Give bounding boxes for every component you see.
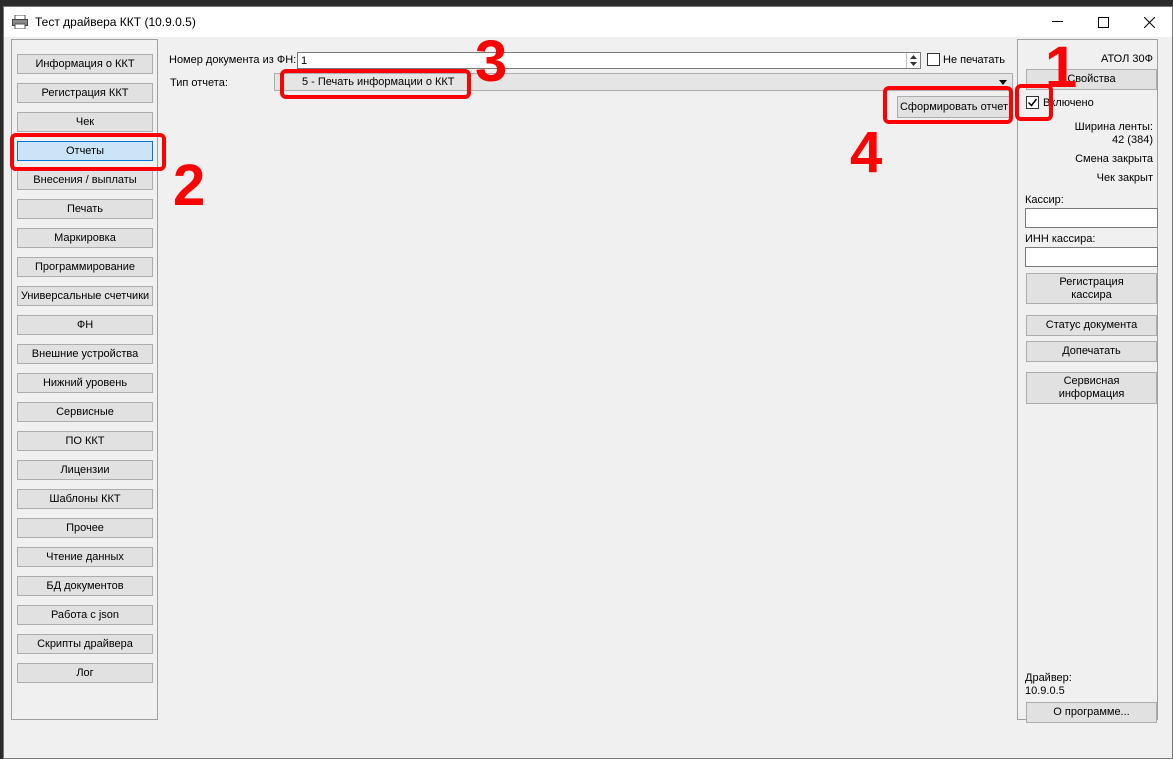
reprint-button[interactable]: Допечатать bbox=[1026, 341, 1157, 362]
close-icon bbox=[1143, 16, 1155, 28]
cashier-inn-label: ИНН кассира: bbox=[1025, 233, 1096, 245]
printer-icon bbox=[12, 15, 28, 29]
cashier-input[interactable] bbox=[1025, 208, 1158, 228]
window-title: Тест драйвера ККТ (10.9.0.5) bbox=[35, 15, 196, 29]
device-panel: АТОЛ 30Ф Свойства Включено Ширина ленты:… bbox=[1017, 39, 1158, 723]
nav-item-read-data[interactable]: Чтение данных bbox=[17, 547, 153, 567]
register-cashier-line1: Регистрация bbox=[1059, 275, 1124, 288]
nav-item-json[interactable]: Работа с json bbox=[17, 605, 153, 625]
doc-number-label: Номер документа из ФН: bbox=[169, 54, 297, 66]
nav-item-universal-counters[interactable]: Универсальные счетчики bbox=[17, 286, 153, 306]
doc-number-input[interactable]: 1 bbox=[297, 52, 921, 69]
driver-version: 10.9.0.5 bbox=[1025, 685, 1065, 697]
nav-item-kkt-software[interactable]: ПО ККТ bbox=[17, 431, 153, 451]
receipt-status: Чек закрыт bbox=[1096, 172, 1153, 184]
nav-item-kkt-registration[interactable]: Регистрация ККТ bbox=[17, 83, 153, 103]
report-type-label: Тип отчета: bbox=[170, 77, 228, 89]
close-button[interactable] bbox=[1126, 7, 1172, 37]
nav-item-log[interactable]: Лог bbox=[17, 663, 153, 683]
annotation-number-2: 2 bbox=[173, 153, 206, 218]
device-name: АТОЛ 30Ф bbox=[1100, 53, 1153, 65]
nav-item-kkt-templates[interactable]: Шаблоны ККТ bbox=[17, 489, 153, 509]
shift-status: Смена закрыта bbox=[1075, 153, 1153, 165]
register-cashier-line2: кассира bbox=[1071, 288, 1112, 301]
nav-item-cash-in-out[interactable]: Внесения / выплаты bbox=[17, 170, 153, 190]
service-info-line2: информация bbox=[1058, 388, 1125, 400]
tape-width-value: 42 (384) bbox=[1112, 134, 1153, 146]
nav-item-programming[interactable]: Программирование bbox=[17, 257, 153, 277]
annotation-box-2 bbox=[10, 133, 166, 171]
minimize-icon bbox=[1051, 21, 1063, 22]
nav-item-documents-db[interactable]: БД документов bbox=[17, 576, 153, 596]
driver-label: Драйвер: bbox=[1025, 672, 1072, 684]
annotation-number-3: 3 bbox=[475, 29, 508, 94]
annotation-box-3 bbox=[280, 69, 471, 99]
nav-item-receipt[interactable]: Чек bbox=[17, 112, 153, 132]
no-print-label: Не печатать bbox=[943, 54, 1005, 66]
maximize-icon bbox=[1097, 16, 1109, 28]
nav-item-low-level[interactable]: Нижний уровень bbox=[17, 373, 153, 393]
title-bar[interactable]: Тест драйвера ККТ (10.9.0.5) bbox=[4, 7, 1172, 37]
doc-number-spinner[interactable] bbox=[906, 53, 920, 68]
annotation-number-1: 1 bbox=[1045, 35, 1078, 100]
document-status-button[interactable]: Статус документа bbox=[1026, 315, 1157, 336]
nav-item-fn[interactable]: ФН bbox=[17, 315, 153, 335]
service-info-line1: Сервисная bbox=[1063, 375, 1120, 387]
annotation-number-4: 4 bbox=[850, 120, 883, 185]
nav-item-service[interactable]: Сервисные bbox=[17, 402, 153, 422]
nav-item-kkt-info[interactable]: Информация о ККТ bbox=[17, 54, 153, 74]
nav-item-marking[interactable]: Маркировка bbox=[17, 228, 153, 248]
spinner-arrows-icon bbox=[910, 55, 917, 66]
service-info-button[interactable]: Сервисная информация bbox=[1026, 372, 1157, 404]
cashier-label: Кассир: bbox=[1025, 194, 1064, 206]
annotation-box-4 bbox=[883, 86, 1013, 124]
cashier-inn-input[interactable] bbox=[1025, 247, 1158, 267]
about-button[interactable]: О программе... bbox=[1026, 702, 1157, 723]
tape-width-label: Ширина ленты: bbox=[1074, 121, 1153, 133]
nav-item-licenses[interactable]: Лицензии bbox=[17, 460, 153, 480]
nav-item-driver-scripts[interactable]: Скрипты драйвера bbox=[17, 634, 153, 654]
nav-item-external-devices[interactable]: Внешние устройства bbox=[17, 344, 153, 364]
nav-item-other[interactable]: Прочее bbox=[17, 518, 153, 538]
dropdown-arrow-icon bbox=[999, 80, 1007, 85]
minimize-button[interactable] bbox=[1034, 7, 1080, 37]
no-print-checkbox[interactable] bbox=[927, 53, 940, 66]
doc-number-value: 1 bbox=[301, 54, 308, 67]
register-cashier-button[interactable]: Регистрация кассира bbox=[1026, 273, 1157, 304]
nav-item-print[interactable]: Печать bbox=[17, 199, 153, 219]
maximize-button[interactable] bbox=[1080, 7, 1126, 37]
